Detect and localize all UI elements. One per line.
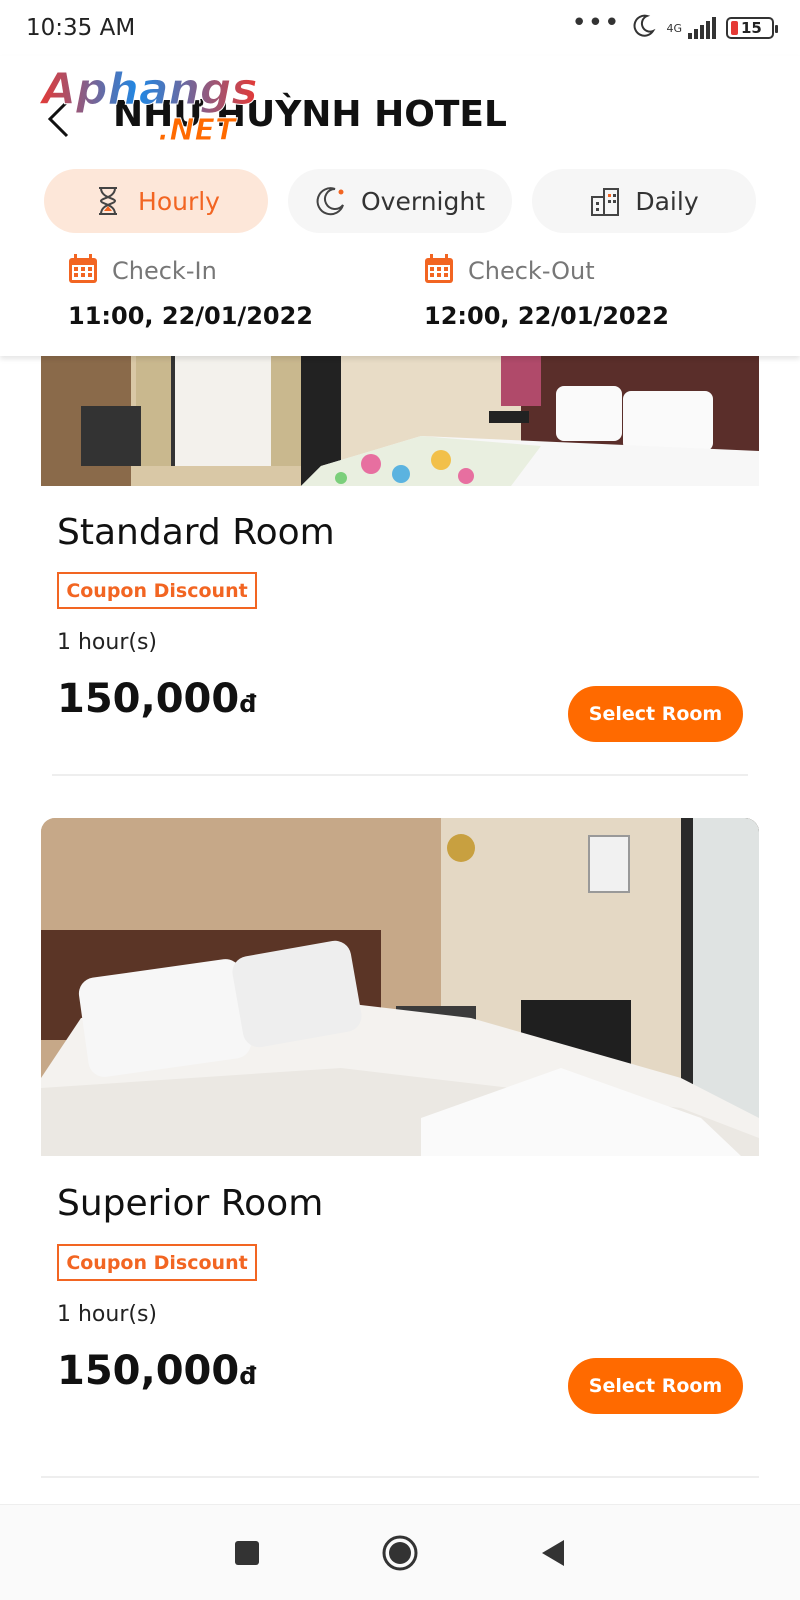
system-nav-bar [0, 1504, 800, 1600]
tab-daily[interactable]: Daily [532, 169, 756, 233]
back-nav-icon [542, 1539, 565, 1566]
select-room-button[interactable]: Select Room [568, 686, 743, 742]
room-name: Standard Room [57, 512, 335, 553]
home-button[interactable] [378, 1531, 422, 1575]
signal-icon [688, 17, 716, 39]
room-list[interactable]: Standard Room Coupon Discount 1 hour(s) … [0, 356, 800, 1504]
check-out[interactable]: Check-Out 12:00, 22/01/2022 [424, 254, 724, 330]
notification-dots-icon: ••• [571, 8, 621, 38]
moon-status-icon [630, 13, 656, 44]
back-nav-button[interactable] [531, 1531, 575, 1575]
status-bar: 10:35 AM ••• 4G 15 [0, 0, 800, 56]
price-currency: đ [239, 690, 257, 718]
building-icon [589, 185, 621, 217]
hotel-title: NHƯ HUỲNH HOTEL [113, 94, 507, 135]
tab-overnight[interactable]: Overnight [288, 169, 512, 233]
room-duration: 1 hour(s) [57, 1302, 158, 1327]
tab-daily-label: Daily [635, 186, 699, 216]
divider [52, 774, 748, 776]
calendar-icon [68, 254, 98, 288]
moon-icon [315, 185, 347, 217]
status-icons: ••• 4G 15 [571, 8, 778, 44]
divider [41, 1476, 759, 1478]
price-amount: 150,000 [57, 1348, 240, 1394]
room-price: 150,000đ [57, 676, 256, 722]
tab-hourly[interactable]: Hourly [44, 169, 268, 233]
calendar-icon [424, 254, 454, 288]
coupon-badge: Coupon Discount [57, 572, 257, 609]
home-icon [382, 1535, 418, 1570]
room-duration: 1 hour(s) [57, 630, 158, 655]
hourglass-icon [92, 185, 124, 217]
check-in-value: 11:00, 22/01/2022 [68, 302, 313, 330]
hotel-header: NHƯ HUỲNH HOTEL Aphangs .NET Hourly Over… [0, 56, 800, 356]
battery-level: 15 [741, 18, 762, 37]
coupon-badge: Coupon Discount [57, 1244, 257, 1281]
chevron-left-icon [47, 100, 69, 138]
check-in[interactable]: Check-In 11:00, 22/01/2022 [68, 254, 368, 330]
network-type: 4G [666, 21, 682, 35]
recent-apps-icon [234, 1540, 259, 1565]
price-currency: đ [239, 1362, 257, 1390]
room-price: 150,000đ [57, 1348, 256, 1394]
status-time: 10:35 AM [26, 15, 136, 41]
check-out-value: 12:00, 22/01/2022 [424, 302, 669, 330]
booking-type-tabs: Hourly Overnight Daily [44, 169, 756, 233]
back-button[interactable] [38, 94, 78, 144]
room-photo-superior [41, 818, 759, 1156]
tab-overnight-label: Overnight [361, 186, 485, 216]
tab-hourly-label: Hourly [138, 186, 220, 216]
room-photo-standard [41, 356, 759, 486]
check-out-label: Check-Out [468, 257, 595, 285]
check-in-label: Check-In [112, 257, 217, 285]
battery-icon: 15 [726, 17, 778, 39]
recent-apps-button[interactable] [225, 1531, 269, 1575]
price-amount: 150,000 [57, 676, 240, 722]
room-name: Superior Room [57, 1183, 324, 1224]
select-room-button[interactable]: Select Room [568, 1358, 743, 1414]
